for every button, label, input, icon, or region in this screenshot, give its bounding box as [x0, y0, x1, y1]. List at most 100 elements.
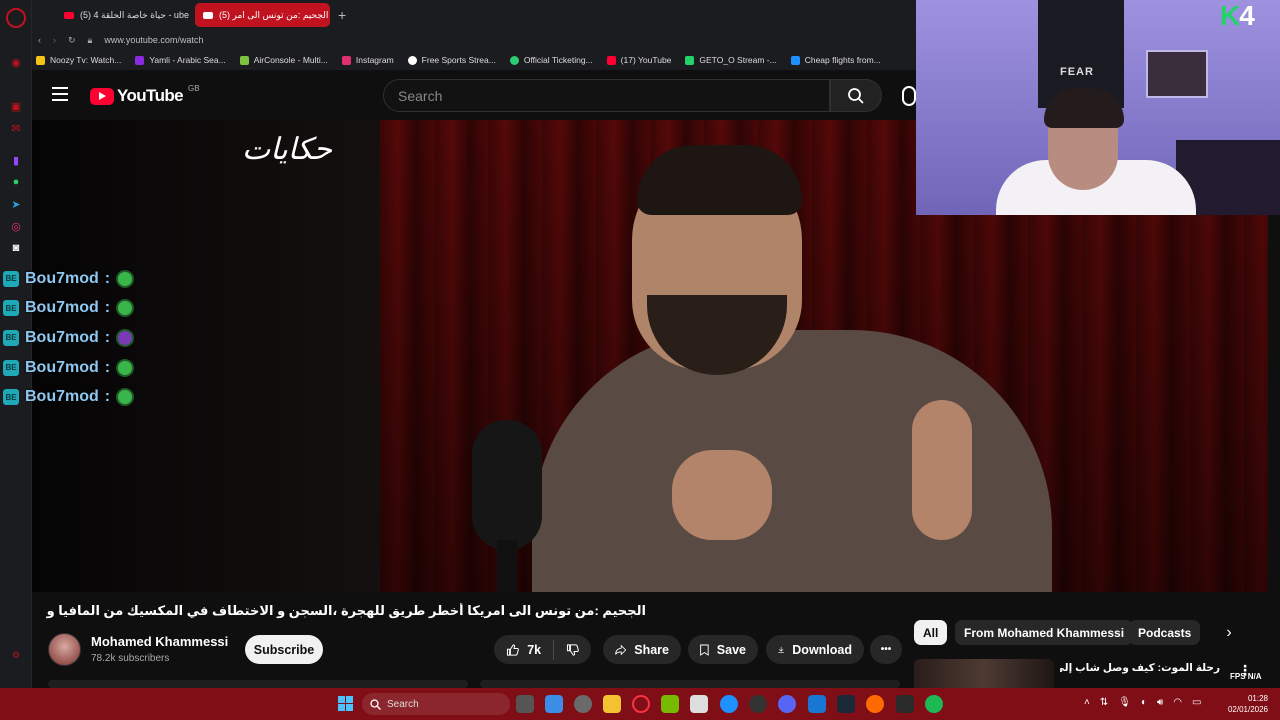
search-button[interactable] — [830, 79, 882, 112]
bookmark-item[interactable]: GETO_O Stream -... — [685, 55, 777, 65]
download-button[interactable]: Download — [766, 635, 864, 664]
tab-item-active[interactable]: (5) الجحيم :من تونس الى امر — [195, 3, 330, 27]
task-view-icon[interactable] — [516, 695, 534, 713]
logo-text: YouTube — [117, 86, 184, 105]
bookmark-icon — [341, 55, 351, 65]
comments-preview[interactable] — [480, 680, 900, 688]
bookmark-item[interactable]: Noozy Tv: Watch... — [36, 55, 121, 65]
chat-message: BE Bou7mod: — [3, 353, 183, 383]
menu-icon[interactable] — [52, 87, 68, 101]
url-field[interactable]: www.youtube.com/watch — [104, 35, 203, 45]
wifi-icon[interactable]: ◠ — [1173, 697, 1182, 708]
steam-icon[interactable] — [837, 695, 855, 713]
avatar[interactable] — [48, 633, 81, 666]
bookmark-item[interactable]: Free Sports Strea... — [407, 55, 496, 65]
settings-app-icon[interactable] — [574, 695, 592, 713]
opera-logo-icon[interactable] — [6, 8, 26, 28]
app-icon[interactable] — [720, 695, 738, 713]
save-button[interactable]: Save — [688, 635, 758, 664]
recommended-title[interactable]: رحلة الموت: كيف وصل شاب إلى أمريكا — [1060, 662, 1220, 674]
download-icon — [778, 646, 784, 653]
app-icon[interactable] — [808, 695, 826, 713]
lock-icon: 🔒︎ — [87, 34, 93, 45]
emote-icon — [116, 269, 135, 288]
nvidia-icon[interactable] — [661, 695, 679, 713]
chip-all[interactable]: All — [914, 620, 948, 645]
whatsapp-icon[interactable]: ● — [6, 172, 26, 192]
app-icon[interactable] — [866, 695, 884, 713]
windows-start-icon[interactable] — [338, 696, 353, 711]
volume-icon[interactable]: 🔊︎ — [1157, 697, 1163, 708]
network-icon[interactable]: ⇅ — [1100, 697, 1108, 708]
share-button[interactable]: Share — [603, 635, 681, 664]
chip-from-channel[interactable]: From Mohamed Khammessi — [955, 620, 1134, 645]
region-code: GB — [188, 83, 200, 93]
poster-text: FEAR — [1060, 66, 1094, 78]
bookmark-icon — [407, 55, 417, 65]
messenger-icon[interactable]: ✉ — [6, 118, 26, 138]
emote-icon — [116, 299, 135, 318]
bookmark-label: AirConsole - Multi... — [253, 55, 328, 65]
search-input[interactable]: Search — [383, 79, 830, 112]
subscriber-count: 78.2k subscribers — [91, 653, 170, 664]
forward-icon[interactable]: › — [53, 35, 56, 45]
speed-dial-icon[interactable]: ◉ — [6, 52, 26, 72]
taskbar-search[interactable]: Search — [362, 693, 510, 715]
channel-name[interactable]: Mohamed Khammessi — [91, 634, 228, 649]
bookmark-item[interactable]: (17) YouTube — [606, 55, 671, 65]
bookmarks-icon[interactable]: ▣ — [6, 96, 26, 116]
obs-icon[interactable] — [749, 695, 767, 713]
settings-icon[interactable]: ⚙ — [6, 645, 26, 665]
headset-icon[interactable]: ◐ — [1141, 697, 1147, 708]
telegram-icon[interactable]: ➤ — [6, 194, 26, 214]
opera-gx-icon[interactable] — [632, 695, 650, 713]
twitch-icon[interactable]: ▮ — [6, 150, 26, 170]
chat-username: Bou7mod — [25, 388, 99, 406]
more-actions-button[interactable]: ••• — [870, 635, 902, 664]
bookmark-item[interactable]: AirConsole - Multi... — [239, 55, 328, 65]
search-icon — [370, 698, 381, 710]
recommended-thumbnail[interactable] — [914, 659, 1054, 688]
reload-icon[interactable]: ↻ — [68, 35, 76, 46]
bookmark-icon — [790, 55, 800, 65]
microphone-icon[interactable] — [902, 86, 916, 106]
thumbs-down-icon[interactable] — [566, 641, 579, 659]
epic-games-icon[interactable] — [896, 695, 914, 713]
chat-username: Bou7mod — [25, 269, 99, 287]
bookmark-label: Noozy Tv: Watch... — [50, 55, 122, 65]
emote-icon — [116, 388, 135, 407]
bookmark-label: Free Sports Strea... — [421, 55, 496, 65]
bookmark-label: Instagram — [355, 55, 394, 65]
chevron-right-icon[interactable]: › — [1220, 624, 1238, 642]
bookmark-item[interactable]: Instagram — [341, 55, 394, 65]
system-tray: ˄ ⇅ 🎙︎ ◐ 🔊︎ ◠ ▭ — [1084, 697, 1201, 708]
thumbs-up-icon[interactable] — [506, 641, 519, 659]
instagram-icon[interactable]: ◎ — [6, 216, 26, 236]
battery-icon[interactable]: ▭ — [1192, 697, 1201, 708]
copilot-icon[interactable] — [545, 695, 563, 713]
bookmark-item[interactable]: Official Ticketing... — [509, 55, 593, 65]
spotify-icon[interactable] — [925, 695, 943, 713]
chip-podcasts[interactable]: Podcasts — [1129, 620, 1201, 645]
discord-icon[interactable] — [778, 695, 796, 713]
bookmark-label: Official Ticketing... — [523, 55, 593, 65]
microsoft-store-icon[interactable] — [690, 695, 708, 713]
tab-item[interactable]: (5) حياة خاصة الحلقة 4 - ‎ube — [56, 3, 191, 27]
bookmark-item[interactable]: Cheap flights from... — [790, 55, 881, 65]
youtube-play-icon — [90, 87, 114, 105]
microphone-icon[interactable]: 🎙︎ — [1118, 697, 1131, 708]
speaker-hair — [637, 145, 802, 215]
discord-icon[interactable]: ◙ — [6, 238, 26, 258]
share-label: Share — [634, 642, 669, 657]
back-icon[interactable]: ‹ — [38, 35, 41, 45]
youtube-logo[interactable]: YouTube GB — [90, 83, 200, 106]
bookmark-item[interactable]: Yamli - Arabic Sea... — [135, 55, 226, 65]
description-box[interactable] — [48, 680, 468, 688]
subscribe-button[interactable]: Subscribe — [245, 635, 323, 664]
youtube-favicon-icon — [64, 11, 74, 19]
bookmark-icon — [509, 55, 519, 65]
clock[interactable]: 01:28 02/01/2026 — [1218, 693, 1268, 715]
file-explorer-icon[interactable] — [603, 695, 621, 713]
new-tab-button[interactable]: + — [334, 7, 346, 23]
chevron-up-icon[interactable]: ˄ — [1084, 697, 1090, 708]
